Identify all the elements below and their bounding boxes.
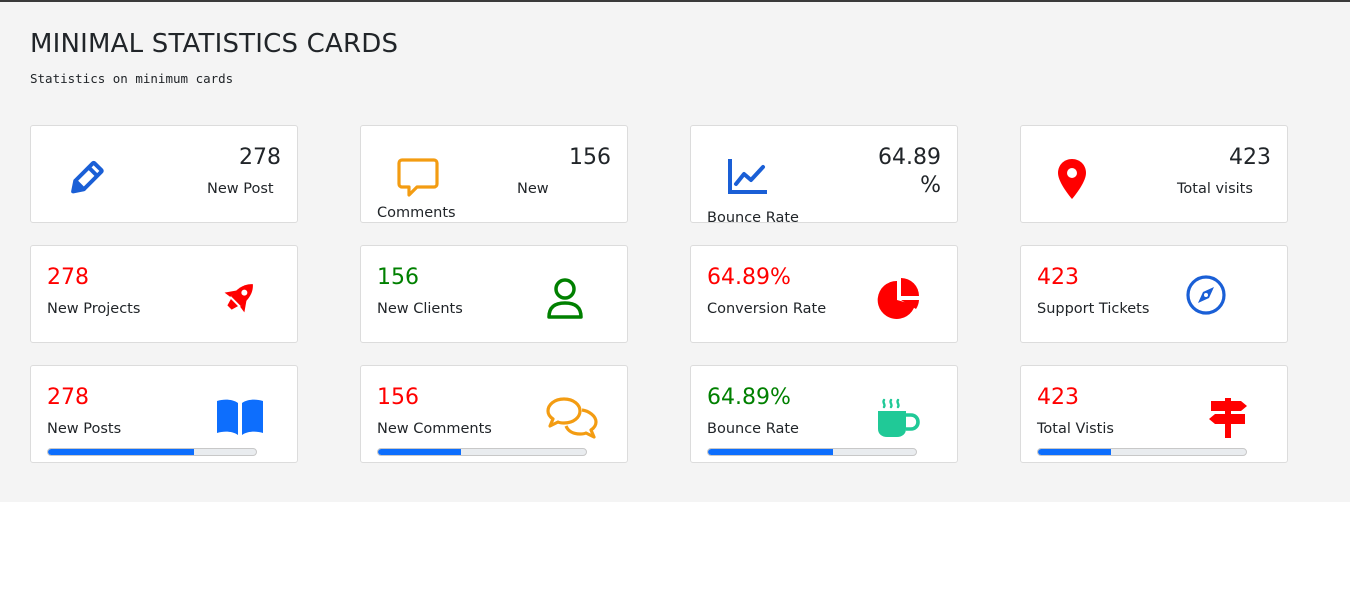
progress-fill — [1038, 449, 1111, 455]
book-icon — [217, 399, 263, 435]
stat-label: Total visits — [1177, 181, 1253, 197]
rocket-icon — [224, 284, 253, 313]
pie-chart-icon — [877, 278, 919, 319]
stat-label: Conversion Rate — [707, 301, 827, 317]
coffee-cup-icon — [878, 398, 920, 437]
progress-fill — [708, 449, 833, 455]
speech-bubble-icon — [397, 158, 439, 197]
person-icon — [547, 278, 583, 319]
page-subtitle: Statistics on minimum cards — [30, 71, 234, 86]
stats-section: MINIMAL STATISTICS CARDS Statistics on m… — [0, 2, 1350, 502]
stat-value: 156 — [569, 145, 611, 170]
progress-bar — [707, 448, 917, 456]
stat-label: Bounce Rate — [707, 421, 799, 437]
card-total-visits: 423 Total visits — [1020, 125, 1288, 223]
card-new-posts: 278 New Posts — [30, 365, 298, 463]
card-new-comments: 156 New Comments — [360, 125, 628, 223]
progress-fill — [378, 449, 462, 455]
stat-label: New Comments — [377, 421, 492, 437]
stat-label: New — [517, 181, 549, 197]
stat-value: 423 — [1229, 145, 1271, 170]
stat-value: 423 — [1037, 385, 1079, 410]
progress-bar — [47, 448, 257, 456]
stat-value: 156 — [377, 385, 419, 410]
map-pin-icon — [1058, 159, 1086, 199]
stat-value: 278 — [47, 265, 89, 290]
card-total-visits-2: 423 Total Vistis — [1020, 365, 1288, 463]
chat-bubbles-icon — [546, 397, 598, 439]
line-chart-icon — [728, 159, 767, 194]
stat-value: 278 — [239, 145, 281, 170]
card-new-comments-2: 156 New Comments — [360, 365, 628, 463]
stat-label: Support Tickets — [1037, 301, 1150, 317]
stat-label: New Clients — [377, 301, 463, 317]
stat-label: New Projects — [47, 301, 141, 317]
stat-value: 64.89% — [707, 265, 791, 290]
stat-label: Total Vistis — [1037, 421, 1114, 437]
signpost-icon — [1209, 398, 1247, 438]
stat-value: 64.89 — [878, 145, 941, 170]
stat-value-unit: % — [920, 173, 941, 198]
card-new-post: 278 New Post — [30, 125, 298, 223]
stat-value: 278 — [47, 385, 89, 410]
progress-bar — [377, 448, 587, 456]
stat-label: New Posts — [47, 421, 122, 437]
progress-bar — [1037, 448, 1247, 456]
card-new-clients: 156 New Clients — [360, 245, 628, 343]
stat-label-continued: Comments — [377, 205, 456, 221]
stat-value: 423 — [1037, 265, 1079, 290]
stat-label: New Post — [207, 181, 274, 197]
card-bounce-rate-2: 64.89% Bounce Rate — [690, 365, 958, 463]
progress-fill — [48, 449, 194, 455]
compass-icon — [1186, 275, 1226, 315]
card-new-projects: 278 New Projects — [30, 245, 298, 343]
stat-value: 156 — [377, 265, 419, 290]
stat-label: Bounce Rate — [707, 210, 799, 226]
pencil-icon — [71, 160, 104, 194]
page-title: MINIMAL STATISTICS CARDS — [30, 29, 399, 59]
card-conversion-rate: 64.89% Conversion Rate — [690, 245, 958, 343]
card-support-tickets: 423 Support Tickets — [1020, 245, 1288, 343]
card-bounce-rate: 64.89 % Bounce Rate — [690, 125, 958, 226]
stat-value: 64.89% — [707, 385, 791, 410]
